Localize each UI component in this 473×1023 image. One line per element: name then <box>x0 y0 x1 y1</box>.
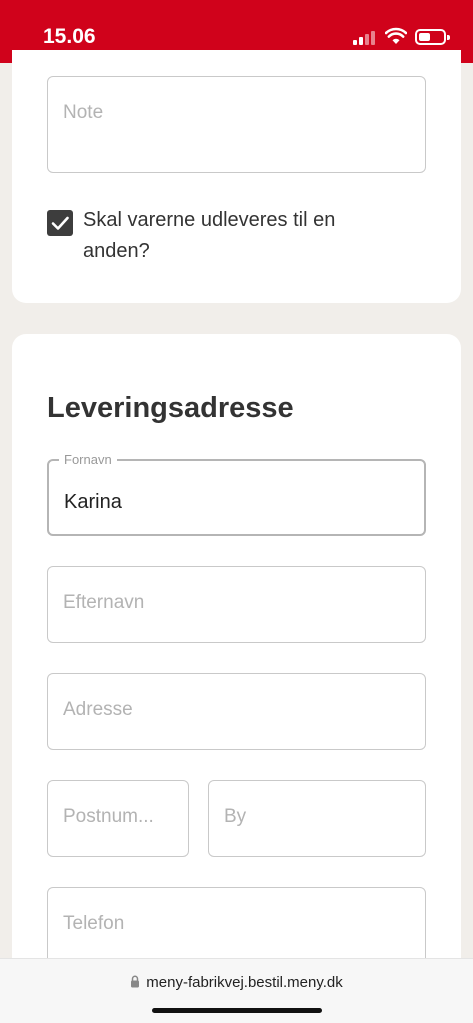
postal-placeholder: Postnum... <box>63 806 154 827</box>
lock-icon <box>131 975 140 988</box>
checkmark-icon <box>51 216 69 230</box>
city-field[interactable]: By <box>208 780 426 857</box>
first-name-field[interactable]: Fornavn Karina <box>47 452 426 536</box>
postal-code-field[interactable]: Postnum... <box>47 780 189 857</box>
last-name-placeholder: Efternavn <box>63 592 145 613</box>
first-name-label: Fornavn <box>59 452 117 467</box>
home-indicator[interactable] <box>152 1008 322 1013</box>
signal-icon <box>353 31 377 45</box>
browser-url-bar[interactable]: meny-fabrikvej.bestil.meny.dk <box>0 958 473 1023</box>
phone-field[interactable]: Telefon <box>47 887 426 964</box>
url-text: meny-fabrikvej.bestil.meny.dk <box>146 974 343 991</box>
url-display[interactable]: meny-fabrikvej.bestil.meny.dk <box>0 974 473 991</box>
address-placeholder: Adresse <box>63 699 133 720</box>
last-name-field[interactable]: Efternavn <box>47 566 426 643</box>
note-field[interactable]: Note <box>47 76 426 173</box>
note-placeholder: Note <box>63 102 104 123</box>
deliver-to-other-checkbox[interactable] <box>47 210 73 236</box>
wifi-icon <box>385 27 407 44</box>
status-time: 15.06 <box>43 25 96 48</box>
first-name-value: Karina <box>64 491 122 513</box>
deliver-to-other-label[interactable]: Skal varerne udleveres til en anden? <box>83 205 403 267</box>
section-title: Leveringsadresse <box>47 392 294 424</box>
city-placeholder: By <box>224 806 247 827</box>
address-field[interactable]: Adresse <box>47 673 426 750</box>
phone-placeholder: Telefon <box>63 913 125 934</box>
battery-icon <box>415 29 450 45</box>
